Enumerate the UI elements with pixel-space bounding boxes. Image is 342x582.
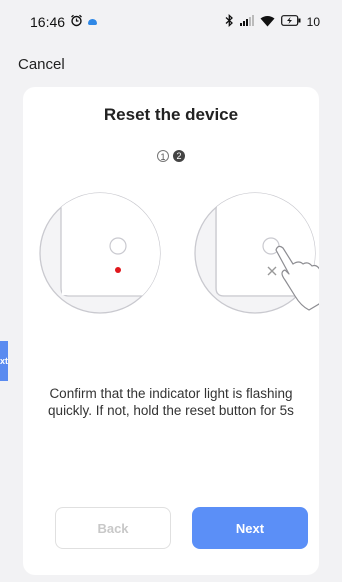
- battery-charging-icon: [280, 15, 301, 29]
- alarm-icon: [70, 14, 83, 30]
- device-reset-view: [194, 192, 319, 314]
- back-button[interactable]: Back: [55, 507, 171, 549]
- side-tab-label: xt: [0, 356, 8, 366]
- side-tab[interactable]: xt: [0, 341, 8, 381]
- status-left: 16:46: [30, 14, 98, 30]
- page-title: Reset the device: [103, 105, 239, 124]
- device-indicator-view: [39, 192, 161, 314]
- bluetooth-icon: [225, 14, 234, 30]
- wifi-icon: [260, 15, 275, 30]
- step-2-indicator: 2: [173, 150, 185, 162]
- step-1-indicator: 1: [157, 150, 169, 162]
- indicator-light: [115, 267, 121, 273]
- device-illustration: [39, 192, 319, 314]
- next-button[interactable]: Next: [192, 507, 308, 549]
- cancel-button[interactable]: Cancel: [18, 56, 65, 73]
- step-indicator: 1 2: [23, 150, 319, 162]
- instructions-text: Confirm that the indicator light is flas…: [48, 386, 294, 418]
- signal-icon: [239, 15, 254, 29]
- status-time: 16:46: [30, 14, 66, 30]
- reset-card: Reset the device 1 2 Confirm that the in…: [23, 87, 319, 575]
- status-bar: 16:46 10: [0, 0, 342, 44]
- battery-percent: 10: [306, 15, 320, 29]
- status-right: 10: [225, 14, 320, 30]
- cloud-icon: [88, 19, 98, 25]
